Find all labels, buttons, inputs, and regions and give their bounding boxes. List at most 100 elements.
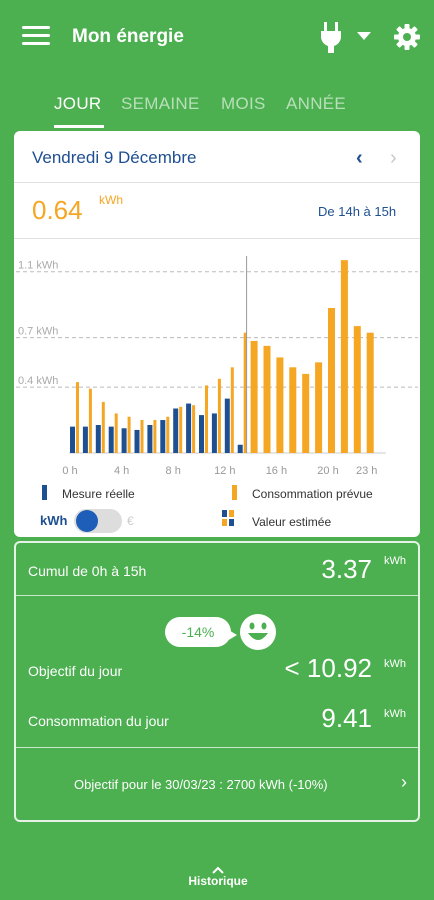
tab-jour[interactable]: JOUR: [54, 94, 101, 114]
date-navigation: Vendredi 9 Décembre ‹ ›: [14, 131, 420, 183]
summary-panel: Cumul de 0h à 15h 3.37 kWh -14% Objectif…: [14, 541, 420, 822]
estimated-value-swatch: [222, 510, 234, 526]
real-bar: [224, 398, 230, 453]
cumul-value: 3.37: [321, 554, 372, 584]
real-bar: [173, 408, 179, 453]
consumption-unit: kWh: [384, 708, 406, 720]
forecast-bar: [328, 307, 335, 453]
cumul-label: Cumul de 0h à 15h: [28, 563, 147, 579]
real-bar: [95, 424, 101, 453]
x-tick-label: 4 h: [114, 465, 129, 477]
real-bar: [147, 424, 153, 453]
hourly-consumption-chart[interactable]: 0.4 kWh 0.7 kWh 1.1 kWh 0 h 4 h 8 h 12 h 16 h 20…: [14, 239, 420, 481]
forecast-bar: [179, 406, 183, 453]
chevron-right-icon: ›: [401, 772, 407, 792]
forecast-bar: [302, 373, 310, 453]
real-bar: [211, 413, 217, 453]
forecast-bar: [114, 413, 118, 453]
toggle-knob: [76, 510, 98, 532]
forecast-bar: [140, 420, 144, 453]
real-bar: [237, 444, 243, 453]
unit-toggle-euro-label: €: [127, 514, 134, 528]
previous-day-chevron-icon[interactable]: ‹: [356, 147, 363, 170]
forecast-bar: [276, 357, 284, 453]
settings-gear-icon[interactable]: [392, 22, 422, 52]
active-tab-indicator: [54, 125, 104, 128]
forecast-bar: [250, 340, 258, 453]
real-bar: [186, 403, 192, 453]
objective-label: Objectif du jour: [28, 663, 123, 679]
real-bar: [108, 426, 114, 453]
chart-legend: Mesure réelle Consommation prévue kWh € …: [14, 481, 420, 537]
legend-real: Mesure réelle: [62, 487, 135, 501]
chevron-up-icon: [212, 866, 224, 874]
real-bar: [134, 429, 140, 453]
forecast-bar: [366, 332, 374, 453]
smiley-face-icon: [240, 614, 276, 650]
x-tick-label: 0 h: [62, 465, 77, 477]
tab-mois[interactable]: MOIS: [221, 94, 266, 114]
current-value-unit: kWh: [99, 193, 123, 207]
legend-estimated: Valeur estimée: [252, 515, 332, 529]
bubble-tail: [227, 629, 237, 641]
consumption-value: 9.41: [321, 703, 372, 733]
forecast-bar: [217, 378, 221, 453]
forecast-bar: [88, 388, 92, 453]
real-bar: [70, 426, 75, 453]
target-objective-row[interactable]: Objectif pour le 30/03/23 : 2700 kWh (-1…: [16, 748, 418, 820]
forecast-bar: [230, 367, 234, 453]
hamburger-menu-icon[interactable]: [22, 26, 50, 46]
next-day-chevron-icon[interactable]: ›: [390, 147, 397, 170]
forecast-bar: [340, 260, 348, 453]
y-tick-label: 0.7 kWh: [18, 326, 58, 338]
x-tick-label: 16 h: [266, 465, 287, 477]
current-value-row: 0.64 kWh De 14h à 15h: [14, 183, 420, 239]
period-tabs: JOUR SEMAINE MOIS ANNÉE: [0, 86, 434, 130]
delta-badge: -14%: [165, 617, 231, 647]
cumul-unit: kWh: [384, 555, 406, 567]
consumption-label: Consommation du jour: [28, 713, 169, 729]
dropdown-arrow-icon[interactable]: [357, 32, 371, 40]
real-bar: [82, 426, 88, 453]
history-button[interactable]: Historique: [180, 866, 256, 888]
tab-annee[interactable]: ANNÉE: [286, 94, 346, 114]
tab-semaine[interactable]: SEMAINE: [121, 94, 200, 114]
y-tick-label: 1.1 kWh: [18, 260, 58, 272]
forecast-bar: [101, 401, 105, 453]
forecast-bar: [289, 367, 297, 453]
forecast-bar: [166, 416, 170, 453]
daily-chart-card: Vendredi 9 Décembre ‹ › 0.64 kWh De 14h …: [14, 131, 420, 537]
real-bar: [199, 415, 204, 453]
unit-toggle-kwh-label: kWh: [40, 513, 68, 528]
objective-unit: kWh: [384, 658, 406, 670]
x-tick-label: 8 h: [166, 465, 181, 477]
real-bar: [160, 420, 166, 453]
legend-forecast: Consommation prévue: [252, 487, 373, 501]
app-bar: Mon énergie: [0, 0, 434, 72]
real-bar: [121, 428, 127, 453]
date-label: Vendredi 9 Décembre: [32, 148, 197, 167]
unit-toggle[interactable]: [74, 509, 122, 533]
objective-value: < 10.92: [284, 653, 372, 683]
forecast-bar: [153, 420, 157, 453]
forecast-bar: [76, 382, 79, 453]
target-text: Objectif pour le 30/03/23 : 2700 kWh (-1…: [74, 777, 328, 792]
forecast-swatch: [232, 485, 237, 500]
history-label: Historique: [188, 874, 248, 888]
forecast-bar: [263, 345, 271, 453]
real-measure-swatch: [42, 485, 47, 500]
y-tick-label: 0.4 kWh: [18, 375, 58, 387]
x-tick-label: 20 h: [317, 465, 338, 477]
forecast-bar: [205, 385, 208, 453]
plug-icon[interactable]: [316, 20, 346, 54]
app-title: Mon énergie: [72, 26, 184, 47]
forecast-bar: [127, 416, 131, 453]
forecast-bar: [353, 326, 361, 453]
forecast-bar: [315, 362, 323, 453]
time-range: De 14h à 15h: [318, 204, 397, 219]
forecast-bar: [192, 405, 196, 453]
x-tick-label: 12 h: [214, 465, 235, 477]
divider: [16, 595, 418, 596]
current-value: 0.64: [32, 195, 83, 225]
x-tick-label: 23 h: [356, 465, 377, 477]
